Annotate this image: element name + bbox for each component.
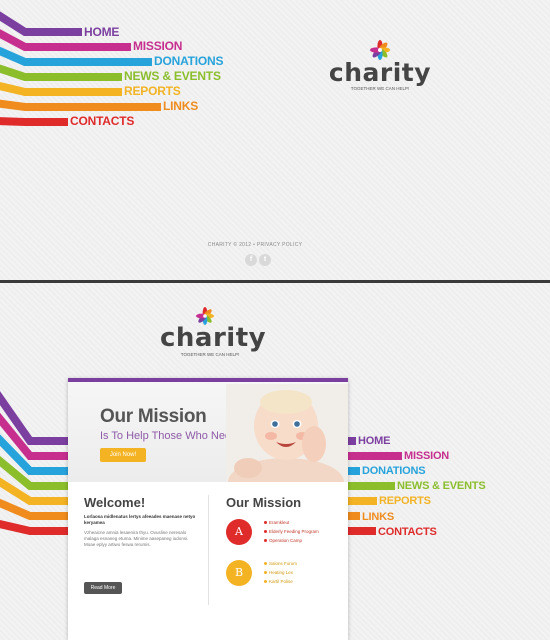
welcome-heading: Welcome! <box>84 495 146 510</box>
baby-photo <box>226 384 348 482</box>
mission-link[interactable]: Heating Lex <box>264 570 293 575</box>
site-logo[interactable]: charity TOGETHER WE CAN HELP! <box>322 40 438 91</box>
hero-subtitle: Is To Help Those Who Need It <box>100 430 247 442</box>
footer-copyright: CHARITY © 2012 • PRIVACY POLICY <box>207 242 303 248</box>
logo-wordmark: charity <box>328 58 432 87</box>
nav-item-contacts[interactable]: CONTACTS <box>378 526 437 539</box>
nav-item-mission[interactable]: MISSION <box>404 450 449 463</box>
mission-link[interactable]: Operation Camp <box>264 538 302 543</box>
nav-item-links[interactable]: LINKS <box>163 100 198 113</box>
rainbow-stripe <box>0 82 122 96</box>
mission-link-label: Kartil Polise <box>269 579 293 584</box>
nav-item-mission[interactable]: MISSION <box>133 40 182 53</box>
nav-item-home[interactable]: HOME <box>358 435 390 448</box>
welcome-body: Vzheaicne amnia lesaenira thyu. Ovusline… <box>84 530 189 547</box>
mission-heading: Our Mission <box>226 495 302 510</box>
content-card: Our Mission Is To Help Those Who Need It… <box>68 378 348 640</box>
rainbow-stripe <box>0 64 122 81</box>
flower-logo-icon <box>370 40 390 60</box>
mission-link[interactable]: Kartil Polise <box>264 579 293 584</box>
site-logo[interactable]: charity TOGETHER WE CAN HELP! <box>160 307 267 357</box>
nav-item-reports[interactable]: REPORTS <box>379 495 431 508</box>
mission-link-label: Eramkleut <box>269 520 290 525</box>
rainbow-stripe <box>0 11 82 36</box>
nav-item-contacts[interactable]: CONTACTS <box>70 115 134 128</box>
nav-item-news-events[interactable]: NEWS & EVENTS <box>397 480 486 493</box>
mission-link-label: Elderly Feeding Program <box>269 529 319 534</box>
badge-b: B <box>226 560 252 586</box>
column-divider <box>208 495 209 605</box>
nav-item-reports[interactable]: REPORTS <box>124 85 181 98</box>
logo-wordmark: charity <box>160 323 267 353</box>
rainbow-stripe <box>0 117 68 126</box>
inner-page-screen: charity TOGETHER WE CAN HELP! HOME MISSI… <box>0 283 550 640</box>
hero-title: Our Mission <box>100 406 207 427</box>
facebook-icon[interactable]: f <box>245 254 257 266</box>
join-now-button[interactable]: Join Now! <box>100 448 146 462</box>
nav-item-donations[interactable]: DONATIONS <box>154 55 224 68</box>
twitter-icon[interactable]: t <box>259 254 271 266</box>
mission-link[interactable]: Eramkleut <box>264 520 289 525</box>
nav-item-links[interactable]: LINKS <box>362 511 394 524</box>
hero-banner: Our Mission Is To Help Those Who Need It… <box>68 382 348 482</box>
mission-link-label: Operation Camp <box>269 538 303 543</box>
nav-item-news-events[interactable]: NEWS & EVENTS <box>124 70 221 83</box>
rainbow-stripes <box>0 11 161 126</box>
mission-link-label: Salons Forum <box>269 561 298 566</box>
welcome-intro: Lorlaosa midlenatus lertys afeeades maen… <box>84 514 196 525</box>
mission-link[interactable]: Salons Forum <box>264 561 297 566</box>
badge-a: A <box>226 519 252 545</box>
rainbow-stripe <box>0 99 161 111</box>
nav-item-donations[interactable]: DONATIONS <box>362 465 426 478</box>
landing-screen: HOME MISSION DONATIONS NEWS & EVENTS REP… <box>0 0 550 280</box>
read-more-button[interactable]: Read More <box>84 582 122 594</box>
mission-link[interactable]: Elderly Feeding Program <box>264 529 319 534</box>
mission-link-label: Heating Lex <box>269 570 294 575</box>
nav-item-home[interactable]: HOME <box>84 26 119 39</box>
